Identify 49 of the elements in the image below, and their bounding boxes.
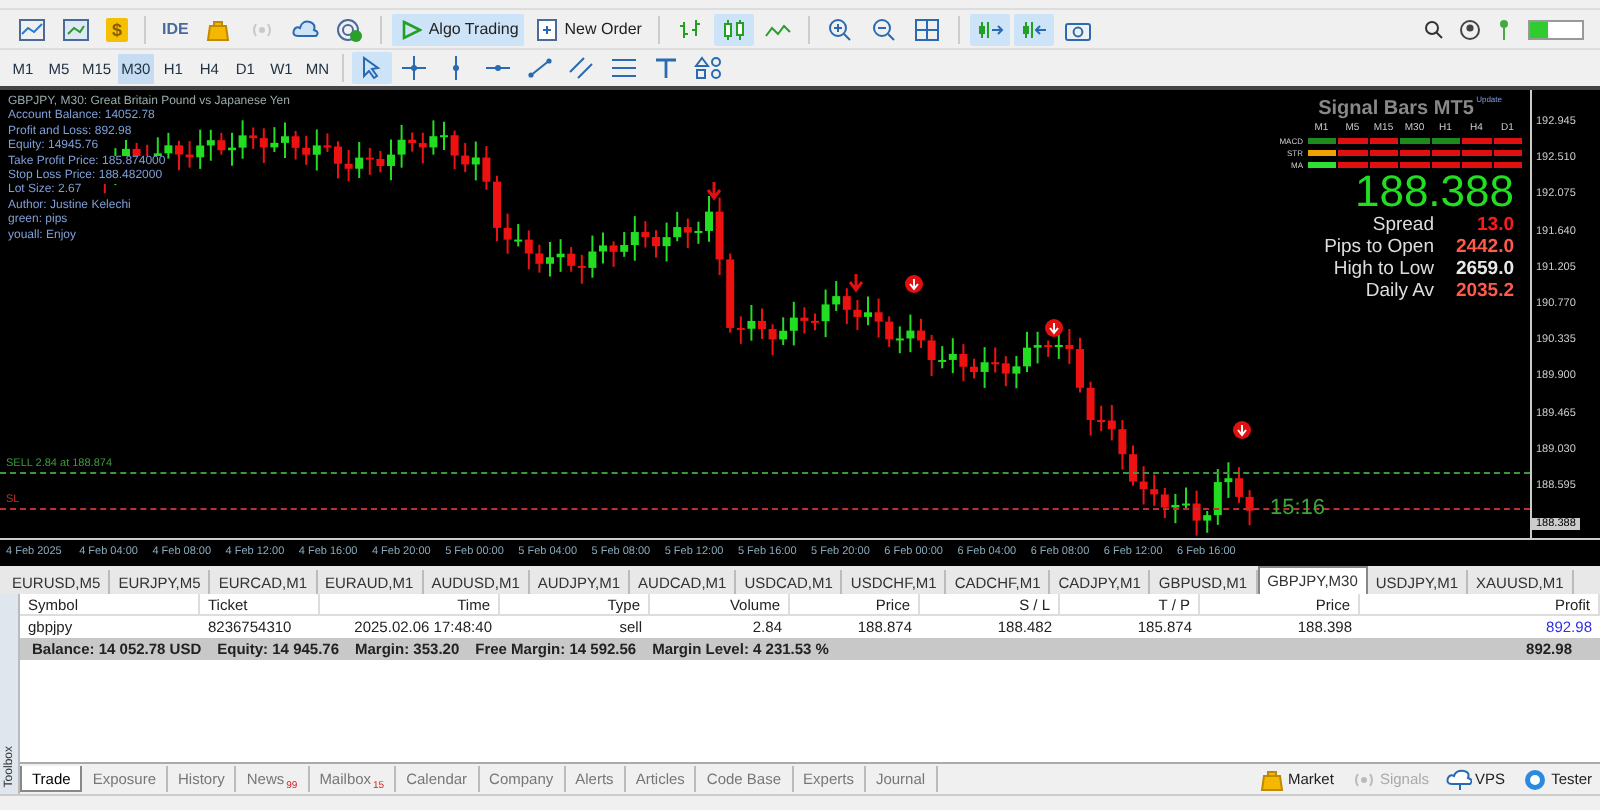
crosshair-icon	[400, 56, 429, 80]
camera-icon	[1063, 17, 1092, 41]
stat-value: 2035.2	[1453, 280, 1514, 302]
cursor-tool[interactable]	[352, 52, 393, 84]
text-icon	[652, 56, 681, 80]
autoscroll-tool[interactable]	[969, 13, 1010, 45]
shift-icon	[1019, 17, 1048, 41]
stat-value: 2659.0	[1453, 258, 1514, 280]
panel-title: Signal Bars MT5	[1318, 98, 1474, 120]
bid-price: 188.388	[1354, 170, 1514, 214]
vps-icon	[1445, 767, 1472, 791]
sell-signal-icon	[905, 275, 923, 293]
bar-timer: 15:16	[1270, 496, 1326, 520]
tester-icon	[1521, 767, 1548, 791]
market-icon	[1258, 767, 1285, 791]
stat-label: Pips to Open	[1324, 236, 1434, 258]
stat-value: 13.0	[1475, 214, 1514, 236]
meter-icon	[1528, 19, 1584, 39]
radar-icon	[336, 17, 365, 41]
grid-icon	[913, 17, 942, 41]
order-button[interactable]: New Order	[528, 13, 648, 45]
zoom-in-icon	[825, 17, 854, 41]
antenna-icon[interactable]	[1496, 17, 1512, 41]
fibo-icon	[610, 56, 639, 80]
shift-tool[interactable]	[1013, 13, 1054, 45]
sell-signal-icon	[1233, 421, 1251, 439]
candles-icon	[719, 17, 748, 41]
sell-arrow-icon	[848, 272, 864, 293]
autoscroll-icon	[975, 17, 1004, 41]
sell-signal-icon	[1045, 319, 1063, 337]
algo-button[interactable]: Algo Trading	[392, 13, 525, 45]
sell-arrow-icon	[706, 180, 722, 201]
channel-icon	[568, 56, 597, 80]
bars-icon	[675, 17, 704, 41]
line-chart-icon	[18, 17, 46, 41]
bag-icon	[204, 17, 233, 41]
ide-button[interactable]: IDE	[156, 13, 195, 45]
shapes-icon	[694, 56, 723, 80]
zoom-out-icon	[869, 17, 898, 41]
dollar-button[interactable]: $	[100, 13, 134, 45]
stat-label: Spread	[1372, 214, 1434, 236]
template-icon	[62, 17, 90, 41]
trend-icon	[526, 56, 555, 80]
cloud-icon	[292, 17, 321, 41]
stat-label: High to Low	[1333, 258, 1434, 280]
stat-value: 2442.0	[1453, 236, 1514, 258]
stat-label: Daily Av	[1365, 280, 1434, 302]
candles-tool[interactable]	[713, 13, 754, 45]
search-icon[interactable]	[1424, 19, 1444, 39]
